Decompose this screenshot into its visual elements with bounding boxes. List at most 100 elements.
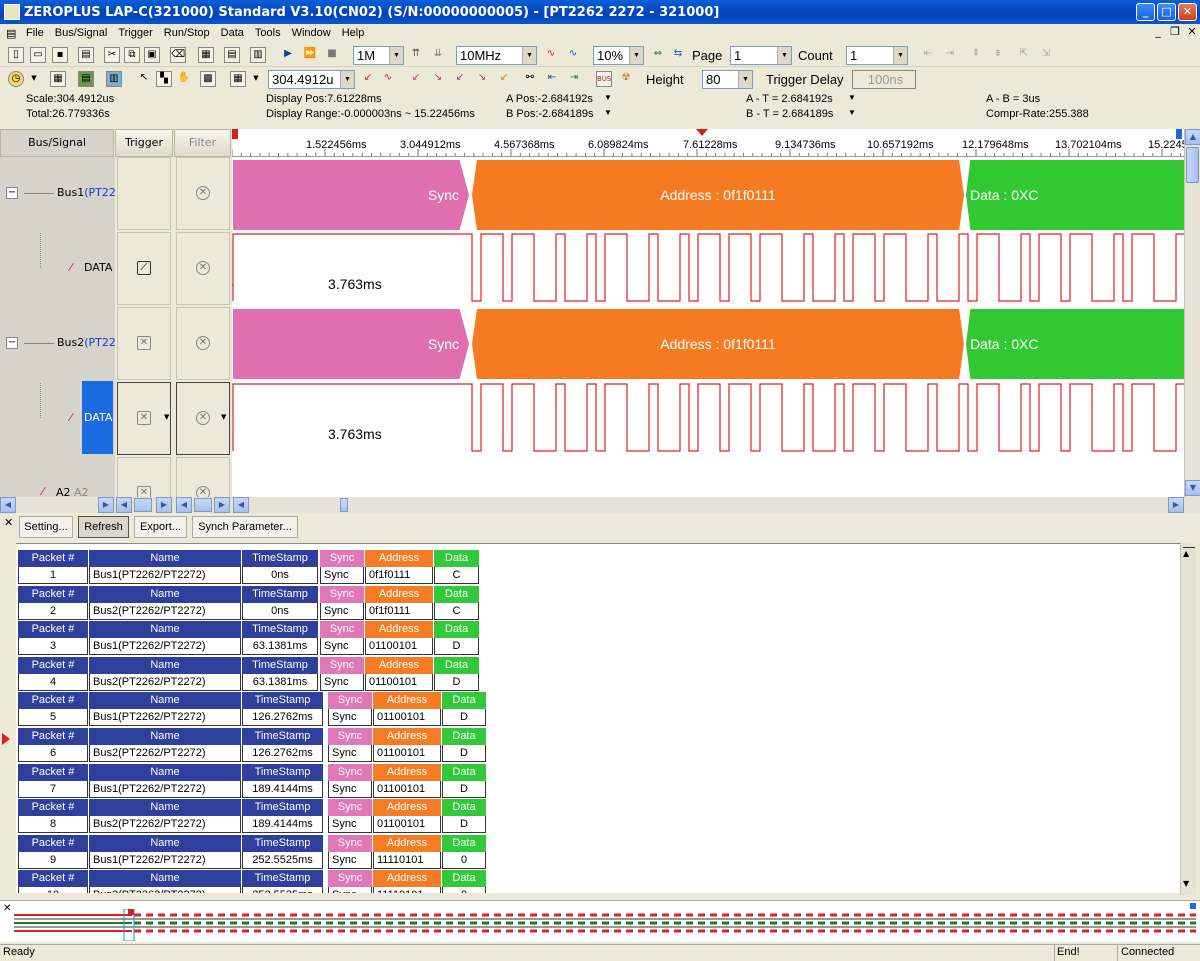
signal-data-1[interactable]: DATA bbox=[84, 261, 112, 274]
print-icon[interactable]: ▤ bbox=[78, 47, 94, 63]
grid-icon[interactable]: ▤ bbox=[224, 47, 240, 63]
time-ruler[interactable]: 1.522456ms 3.044912ms 4.567368ms 6.08982… bbox=[232, 129, 1184, 157]
trigger-marker-icon[interactable] bbox=[696, 129, 708, 136]
menu-trigger[interactable]: Trigger bbox=[118, 27, 152, 39]
bar-a-icon[interactable]: ↙ bbox=[408, 71, 424, 87]
scroll-right-icon[interactable]: ▶ bbox=[214, 497, 230, 513]
chevron-down-icon[interactable]: ▼ bbox=[340, 71, 354, 88]
menu-window[interactable]: Window bbox=[292, 27, 331, 39]
wave-slow-icon[interactable]: ∿ bbox=[565, 47, 581, 63]
label-icon[interactable]: ▩ bbox=[200, 71, 216, 87]
filter-cell-data1[interactable]: ✕ bbox=[176, 232, 230, 305]
trigger-cell-bus1[interactable] bbox=[117, 157, 171, 230]
page-next-icon[interactable]: ⇥ bbox=[942, 47, 958, 63]
refresh-button[interactable]: Refresh bbox=[78, 516, 129, 538]
chevron-down-icon[interactable]: ▼ bbox=[221, 413, 226, 421]
scroll-thumb[interactable] bbox=[340, 498, 348, 512]
scroll-up-icon[interactable]: ▲ bbox=[1183, 549, 1189, 558]
search-prev-icon[interactable]: ⇤ bbox=[544, 71, 560, 87]
waveform-vscrollbar[interactable]: ▲ ▼ bbox=[1184, 129, 1200, 497]
bar-c-icon[interactable]: ↙ bbox=[452, 71, 468, 87]
clear-icon[interactable]: ⌫ bbox=[170, 47, 186, 63]
filter-cell-a2[interactable]: ✕ bbox=[176, 457, 230, 497]
cursor-a-icon[interactable]: ↙ bbox=[360, 71, 376, 87]
synch-parameter-button[interactable]: Synch Parameter... bbox=[192, 516, 298, 538]
chevron-down-icon[interactable]: ▼ bbox=[777, 47, 791, 64]
paste-icon[interactable]: ▣ bbox=[144, 47, 160, 63]
scale-select[interactable]: 304.4912u ▼ bbox=[268, 70, 355, 89]
page-first-icon[interactable]: ⇞ bbox=[968, 47, 984, 63]
chevron-down-icon[interactable]: ▼ bbox=[604, 108, 612, 117]
bar-z-icon[interactable]: ↙ bbox=[496, 71, 512, 87]
trigger-cell-a2[interactable]: ✕ bbox=[117, 457, 171, 497]
bar-t-icon[interactable]: ↘ bbox=[474, 71, 490, 87]
chevron-down-icon[interactable]: ▼ bbox=[248, 71, 264, 87]
collapse-bus1-icon[interactable]: − bbox=[6, 187, 18, 199]
scroll-thumb[interactable] bbox=[194, 498, 212, 512]
menu-tools[interactable]: Tools bbox=[255, 27, 281, 39]
chevron-down-icon[interactable]: ▼ bbox=[164, 413, 169, 421]
select-icon[interactable]: ▚ bbox=[156, 71, 172, 87]
chevron-down-icon[interactable]: ▼ bbox=[848, 108, 856, 117]
bus-signal-header[interactable]: Bus/Signal bbox=[0, 129, 114, 157]
scroll-right-icon[interactable]: ▶ bbox=[156, 497, 172, 513]
chevron-down-icon[interactable]: ▼ bbox=[522, 47, 536, 64]
minimize-button[interactable]: _ bbox=[1136, 3, 1155, 21]
chevron-down-icon[interactable]: ▼ bbox=[893, 47, 907, 64]
waveform-area[interactable]: Sync Address : 0f1f0111 Data : 0XC 3.763… bbox=[232, 157, 1184, 497]
packet-row[interactable]: Packet #10NameBus2(PT2262/PT2272)TimeSta… bbox=[18, 870, 498, 893]
filter-cell-data2[interactable]: ✕ ▼ bbox=[176, 382, 230, 455]
decode-address-bus1[interactable]: Address : 0f1f0111 bbox=[472, 160, 964, 230]
packet-row[interactable]: Packet #3 Name Bus1(PT2262/PT2272) TimeStam… bbox=[18, 621, 498, 657]
calendar-icon[interactable]: ▦ bbox=[198, 47, 214, 63]
packet-row[interactable]: Packet #7 Name Bus1(PT2262/PT2272) TimeStam… bbox=[18, 763, 498, 800]
depth-select[interactable]: 1M ▼ bbox=[353, 46, 404, 65]
menu-data[interactable]: Data bbox=[221, 27, 244, 39]
sample-rate-select[interactable]: 10MHz ▼ bbox=[456, 46, 537, 65]
scroll-thumb[interactable] bbox=[1186, 147, 1199, 183]
pointer-icon[interactable]: ↖ bbox=[136, 71, 152, 87]
packet-row[interactable]: Packet #4 Name Bus2(PT2262/PT2272) TimeStam… bbox=[18, 656, 498, 693]
binoculars-icon[interactable]: ⚯ bbox=[522, 71, 538, 87]
hand-icon[interactable]: ✋ bbox=[176, 71, 192, 87]
trigger-cell-data1[interactable]: ⟋ bbox=[117, 232, 171, 305]
filter-header[interactable]: Filter bbox=[174, 129, 231, 157]
scroll-left-icon[interactable]: ◀ bbox=[233, 497, 249, 513]
chevron-down-icon[interactable]: ▼ bbox=[604, 93, 612, 102]
bus-icon[interactable]: BUS bbox=[596, 71, 612, 87]
scroll-right-icon[interactable]: ▶ bbox=[1168, 497, 1184, 513]
packet-row[interactable]: Packet #6 Name Bus2(PT2262/PT2272) TimeStam… bbox=[18, 728, 498, 764]
signal-bus1[interactable]: Bus1(PT226 bbox=[57, 186, 115, 199]
setting-button[interactable]: Setting... bbox=[19, 516, 73, 538]
packet-list-icon[interactable]: ▥ bbox=[106, 71, 122, 87]
zoom-select[interactable]: 10% ▼ bbox=[593, 46, 644, 65]
page-jump-icon[interactable]: ⇱ bbox=[1016, 47, 1032, 63]
scroll-thumb[interactable] bbox=[134, 498, 152, 512]
signal-a2[interactable]: A2 A2 bbox=[56, 486, 89, 497]
trigger-header[interactable]: Trigger bbox=[115, 129, 173, 157]
trigger-setup-icon[interactable]: ▥ bbox=[250, 47, 266, 63]
open-icon[interactable]: ▭ bbox=[30, 47, 46, 63]
clock-icon[interactable]: ◷ bbox=[8, 71, 24, 87]
height-select[interactable]: 80 ▼ bbox=[702, 70, 753, 89]
mdi-minimize-icon[interactable]: _ bbox=[1150, 25, 1166, 38]
run-icon[interactable]: ▶ bbox=[280, 47, 296, 63]
scroll-down-icon[interactable]: ▼ bbox=[1183, 879, 1189, 888]
memory-icon[interactable]: ▦ bbox=[50, 71, 66, 87]
decode-address-bus2[interactable]: Address : 0f1f0111 bbox=[472, 309, 964, 379]
cursor-end-marker[interactable] bbox=[1176, 129, 1182, 139]
chevron-down-icon[interactable]: ▼ bbox=[389, 47, 403, 64]
grid-view-icon[interactable]: ▤ bbox=[78, 71, 94, 87]
trigger-cell-bus2[interactable]: ✕ bbox=[117, 307, 171, 380]
zoom-in-icon[interactable]: ⇔ bbox=[650, 47, 666, 63]
chevron-down-icon[interactable]: ▼ bbox=[738, 71, 752, 88]
trigger-cell-data2[interactable]: ✕ ▼ bbox=[117, 382, 171, 455]
count-select[interactable]: 1 ▼ bbox=[846, 46, 908, 65]
depth-up-icon[interactable]: ⇈ bbox=[408, 47, 424, 63]
filter-cell-bus2[interactable]: ✕ bbox=[176, 307, 230, 380]
export-button[interactable]: Export... bbox=[134, 516, 187, 538]
new-icon[interactable]: ▯ bbox=[8, 47, 24, 63]
packet-row[interactable]: Packet #8 Name Bus2(PT2262/PT2272) TimeStam… bbox=[18, 799, 498, 835]
decode-sync-bus2[interactable]: Sync bbox=[233, 309, 469, 379]
scroll-up-icon[interactable]: ▲ bbox=[1185, 129, 1200, 145]
